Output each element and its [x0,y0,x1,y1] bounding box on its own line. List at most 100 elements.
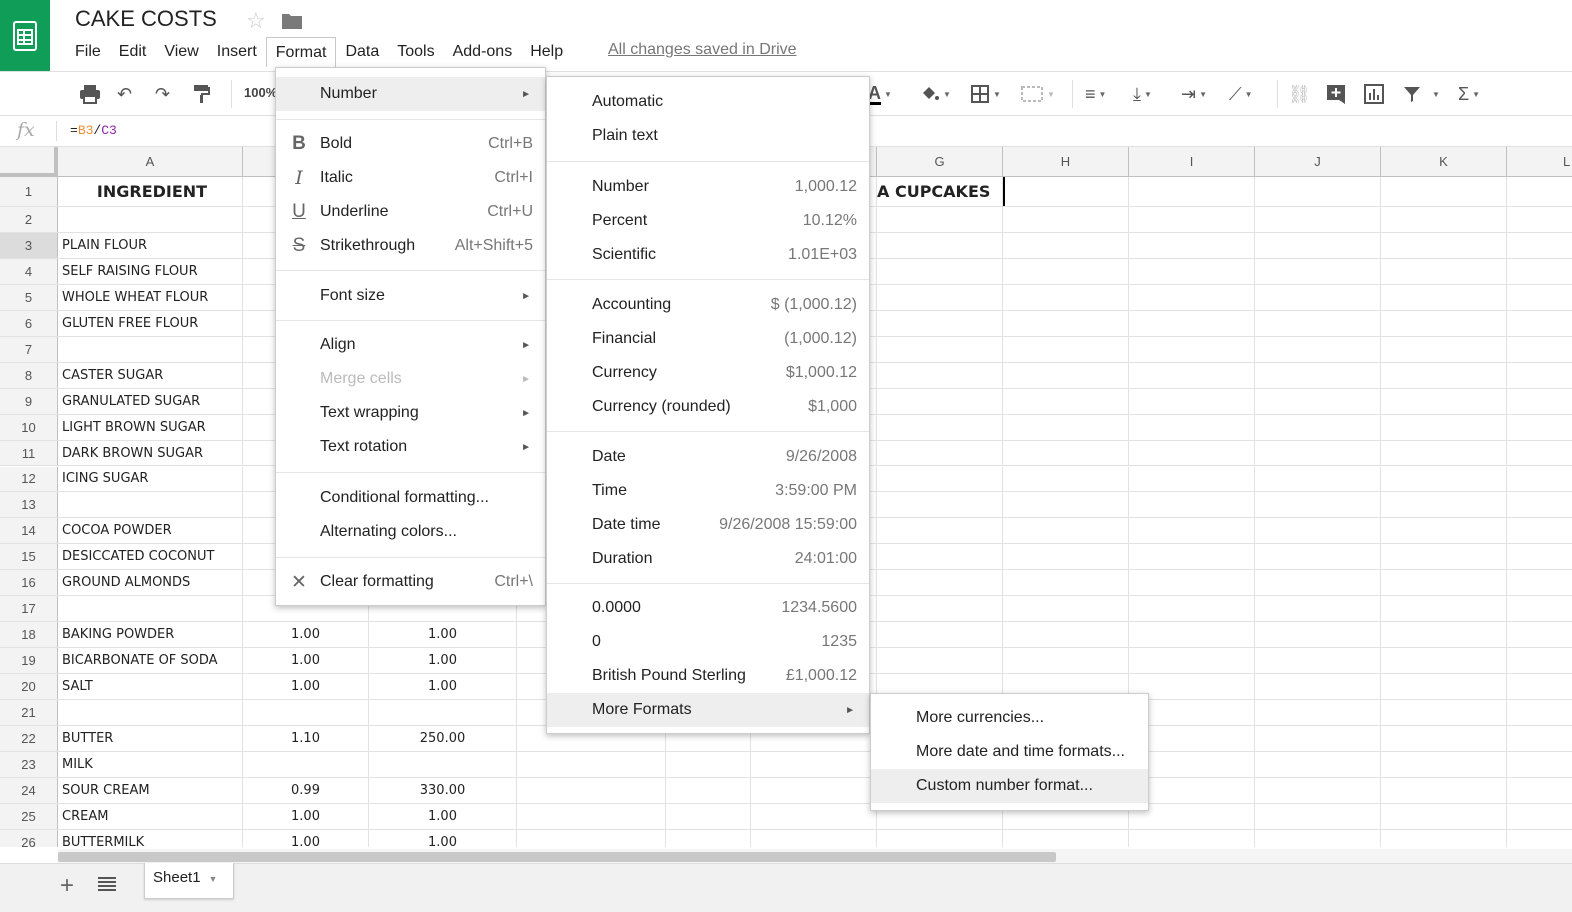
cell-a[interactable]: INGREDIENT [58,177,243,206]
cell-j[interactable] [1255,648,1381,674]
cell-j[interactable] [1255,177,1381,206]
cell-l[interactable] [1507,467,1572,492]
cell-i[interactable] [1129,362,1255,388]
row-header[interactable]: 20 [0,674,58,700]
cell-a[interactable] [58,492,243,518]
cell-g[interactable] [877,570,1003,596]
row-header[interactable]: 26 [0,829,58,847]
cell-h[interactable] [1003,440,1129,466]
cell-k[interactable] [1381,232,1507,258]
row-header[interactable]: 11 [0,440,58,466]
cell-l[interactable] [1507,752,1572,777]
cell-j[interactable] [1255,700,1381,725]
cell-d[interactable] [517,777,666,803]
cell-a[interactable]: CASTER SUGAR [58,362,243,388]
cell-j[interactable] [1255,596,1381,622]
cell-a[interactable]: BUTTERMILK [58,829,243,847]
cell-k[interactable] [1381,596,1507,622]
cell-j[interactable] [1255,726,1381,751]
menu-item-four-decimals[interactable]: 0.0000 1234.5600 [547,591,869,625]
cell-k[interactable] [1381,751,1507,777]
menu-item-strikethrough[interactable]: S Strikethrough Alt+Shift+5 [276,229,545,263]
cell-g[interactable] [877,829,1003,847]
cell-j[interactable] [1255,388,1381,414]
cell-l[interactable] [1507,441,1572,466]
cell-j[interactable] [1255,362,1381,388]
cell-k[interactable] [1381,622,1507,648]
menu-edit[interactable]: Edit [110,37,156,67]
cell-j[interactable] [1255,310,1381,336]
cell-h[interactable] [1003,284,1129,310]
functions-icon[interactable]: Σ ▼ [1458,80,1480,108]
menu-item-scientific[interactable]: Scientific 1.01E+03 [547,238,869,272]
cell-g[interactable] [877,336,1003,362]
cell-b[interactable]: 1.00 [243,829,369,847]
row-header[interactable]: 12 [0,466,58,492]
cell-g[interactable] [877,544,1003,570]
cell-k[interactable] [1381,440,1507,466]
cell-a[interactable]: MILK [58,751,243,777]
cell-k[interactable] [1381,466,1507,492]
cell-i[interactable] [1129,284,1255,310]
row-header[interactable]: 3 [0,232,58,258]
cell-f[interactable] [751,777,877,803]
cell-b[interactable]: 1.00 [243,674,369,700]
row-header[interactable]: 13 [0,492,58,518]
cell-a[interactable]: WHOLE WHEAT FLOUR [58,284,243,310]
scrollbar-thumb[interactable] [58,852,1056,862]
cell-j[interactable] [1255,674,1381,700]
cell-l[interactable] [1507,311,1572,336]
cell-j[interactable] [1255,258,1381,284]
cell-k[interactable] [1381,388,1507,414]
cell-i[interactable] [1129,414,1255,440]
cell-j[interactable] [1255,207,1381,232]
column-header-g[interactable]: G [877,147,1003,177]
cell-g[interactable] [877,232,1003,258]
insert-comment-icon[interactable] [1326,80,1346,108]
cell-g[interactable] [877,362,1003,388]
cell-j[interactable] [1255,829,1381,847]
cell-f[interactable] [751,751,877,777]
cell-c[interactable] [369,751,517,777]
cell-a[interactable]: COCOA POWDER [58,518,243,544]
row-header[interactable]: 5 [0,284,58,310]
row-header[interactable]: 22 [0,726,58,751]
cell-i[interactable] [1129,492,1255,518]
cell-k[interactable] [1381,777,1507,803]
row-header[interactable]: 23 [0,751,58,777]
cell-i[interactable] [1129,336,1255,362]
menu-item-italic[interactable]: I Italic Ctrl+I [276,161,545,195]
cell-i[interactable] [1129,466,1255,492]
cell-c[interactable] [369,700,517,725]
menu-item-conditional-formatting[interactable]: Conditional formatting... [276,481,545,515]
cell-k[interactable] [1381,674,1507,700]
cell-k[interactable] [1381,803,1507,829]
menu-item-financial[interactable]: Financial (1,000.12) [547,322,869,356]
horizontal-align-icon[interactable]: ≡ ▼ [1085,80,1106,108]
cell-d[interactable] [517,803,666,829]
cell-c[interactable]: 1.00 [369,648,517,674]
cell-i[interactable] [1129,207,1255,232]
cell-e[interactable] [666,777,751,803]
menu-item-time[interactable]: Time 3:59:00 PM [547,474,869,508]
menu-item-currency[interactable]: Currency $1,000.12 [547,356,869,390]
cell-k[interactable] [1381,648,1507,674]
text-rotation-icon[interactable]: ⟋ ▼ [1229,80,1253,108]
cell-l[interactable] [1507,415,1572,440]
cell-a[interactable]: ICING SUGAR [58,466,243,492]
chevron-down-icon[interactable]: ▼ [209,874,218,884]
cell-a[interactable]: DESICCATED COCONUT [58,544,243,570]
cell-b[interactable]: 1.10 [243,726,369,751]
cell-l[interactable] [1507,207,1572,232]
all-sheets-icon[interactable] [98,876,116,897]
cell-g[interactable] [877,414,1003,440]
cell-l[interactable] [1507,726,1572,751]
row-header[interactable]: 4 [0,258,58,284]
cell-a[interactable]: DARK BROWN SUGAR [58,440,243,466]
menu-item-duration[interactable]: Duration 24:01:00 [547,542,869,576]
row-header[interactable]: 25 [0,803,58,829]
cell-g[interactable] [877,258,1003,284]
menu-item-underline[interactable]: U Underline Ctrl+U [276,195,545,229]
cell-i[interactable] [1129,440,1255,466]
cell-h[interactable] [1003,466,1129,492]
